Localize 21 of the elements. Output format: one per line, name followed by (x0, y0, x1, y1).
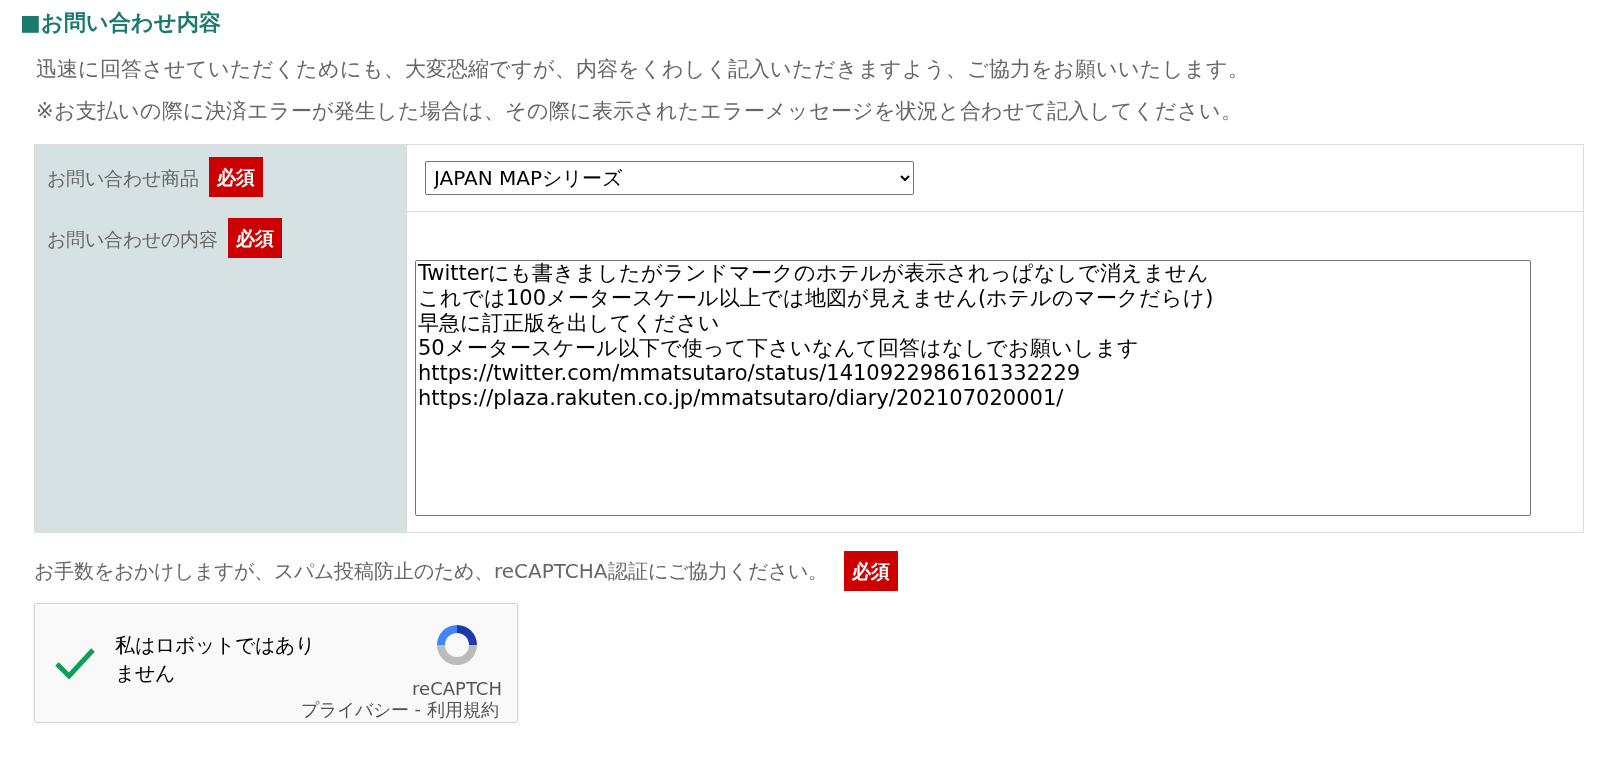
intro-text: 迅速に回答させていただくためにも、大変恐縮ですが、内容をくわしく記入いただきますよう、ご協力をお願いいたします。 (36, 56, 1250, 83)
required-badge: 必須 (228, 218, 282, 258)
link-separator: - (414, 698, 421, 721)
captcha-note: お手数をおかけしますが、スパム投稿防止のため、reCAPTCHA認証にご協力ください。 (34, 557, 828, 585)
field-label: お問い合わせ商品 (47, 166, 199, 191)
section-title: ■お問い合わせ内容 (20, 9, 222, 37)
message-line: https://plaza.rakuten.co.jp/mmatsutaro/diary/202107020001/ (418, 386, 1064, 411)
privacy-link[interactable]: プライバシー (300, 698, 409, 722)
required-badge: 必須 (843, 551, 898, 591)
field-label: お問い合わせの内容 (47, 227, 218, 252)
required-badge: 必須 (209, 157, 263, 197)
captcha-label: 私はロボットではありません (115, 632, 316, 687)
message-line: https://twitter.com/mmatsutaro/status/1410922986161332229 (418, 361, 1081, 386)
message-field[interactable] (415, 260, 1531, 516)
intro-text: ※お支払いの際に決済エラーが発生した場合は、その際に表示されたエラーメッセージを状況と合わせて記入してください。 (36, 98, 1243, 125)
message-line: 50メータースケール以下で使って下さいなんて回答はなしでお願いします (418, 336, 1139, 361)
message-line: Twitterにも書きましたがランドマークのホテルが表示されっぱなしで消えません (418, 261, 1210, 286)
recaptcha-brand: reCAPTCH (412, 678, 502, 699)
message-line: 早急に訂正版を出してください (418, 311, 720, 336)
message-line: これでは100メータースケール以上では地図が見えません(ホテルのマークだらけ) (418, 286, 1214, 311)
terms-link[interactable]: 利用規約 (427, 698, 499, 722)
